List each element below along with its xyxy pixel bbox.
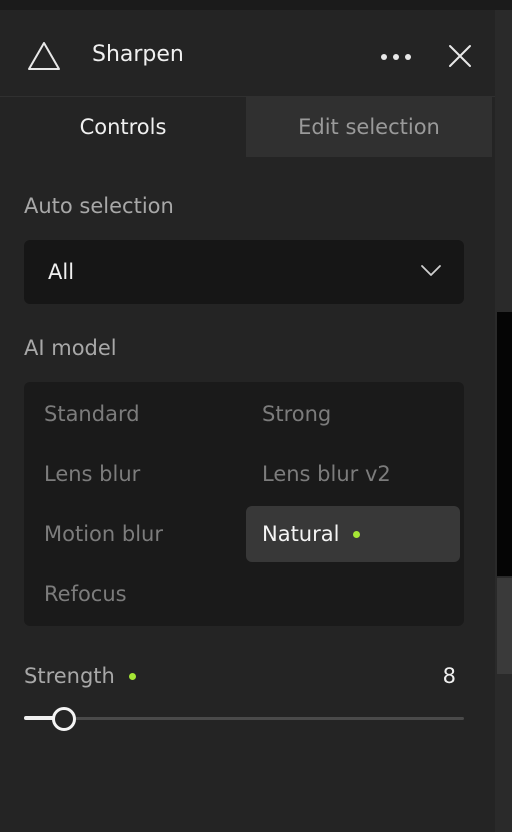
model-option-strong[interactable]: Strong bbox=[242, 386, 456, 442]
model-option-motion-blur[interactable]: Motion blur bbox=[24, 506, 238, 562]
active-indicator-dot bbox=[353, 530, 361, 538]
tab-bar: Controls Edit selection bbox=[0, 97, 495, 159]
model-option-lens-blur[interactable]: Lens blur bbox=[24, 446, 238, 502]
chevron-down-icon bbox=[421, 265, 441, 276]
auto-selection-value: All bbox=[48, 260, 75, 284]
more-options-button[interactable] bbox=[376, 44, 416, 70]
strength-label-group: Strength bbox=[24, 664, 136, 688]
strength-value[interactable]: 8 bbox=[443, 664, 456, 688]
panel-header: Sharpen bbox=[0, 10, 495, 97]
auto-selection-label: Auto selection bbox=[24, 194, 174, 218]
ai-model-label: AI model bbox=[24, 336, 117, 360]
strength-label: Strength bbox=[24, 664, 115, 688]
more-horizontal-icon bbox=[381, 54, 411, 60]
model-option-standard[interactable]: Standard bbox=[24, 386, 238, 442]
scrollbar-track-dark bbox=[497, 312, 512, 576]
model-option-label: Standard bbox=[44, 402, 140, 426]
slider-track bbox=[24, 717, 464, 720]
model-option-label: Lens blur bbox=[44, 462, 141, 486]
close-icon[interactable] bbox=[444, 40, 476, 72]
model-option-refocus[interactable]: Refocus bbox=[24, 566, 238, 622]
tab-edit-selection[interactable]: Edit selection bbox=[246, 97, 492, 157]
model-option-natural[interactable]: Natural bbox=[246, 506, 460, 562]
model-option-label: Lens blur v2 bbox=[262, 462, 391, 486]
strength-modified-dot bbox=[128, 672, 136, 680]
model-option-lens-blur-v2[interactable]: Lens blur v2 bbox=[242, 446, 456, 502]
model-option-label: Strong bbox=[262, 402, 332, 426]
slider-thumb[interactable] bbox=[52, 707, 76, 731]
model-option-label: Natural bbox=[262, 522, 340, 546]
panel-title: Sharpen bbox=[92, 42, 184, 67]
scrollbar-thumb[interactable] bbox=[497, 578, 512, 674]
model-option-label: Refocus bbox=[44, 582, 127, 606]
tab-controls[interactable]: Controls bbox=[0, 97, 246, 157]
window-top-strip bbox=[0, 0, 512, 10]
strength-slider[interactable] bbox=[24, 706, 464, 731]
triangle-icon bbox=[28, 42, 60, 70]
ai-model-options: Standard Strong Lens blur Lens blur v2 M… bbox=[24, 382, 464, 626]
auto-selection-dropdown[interactable]: All bbox=[24, 240, 464, 304]
model-option-label: Motion blur bbox=[44, 522, 163, 546]
